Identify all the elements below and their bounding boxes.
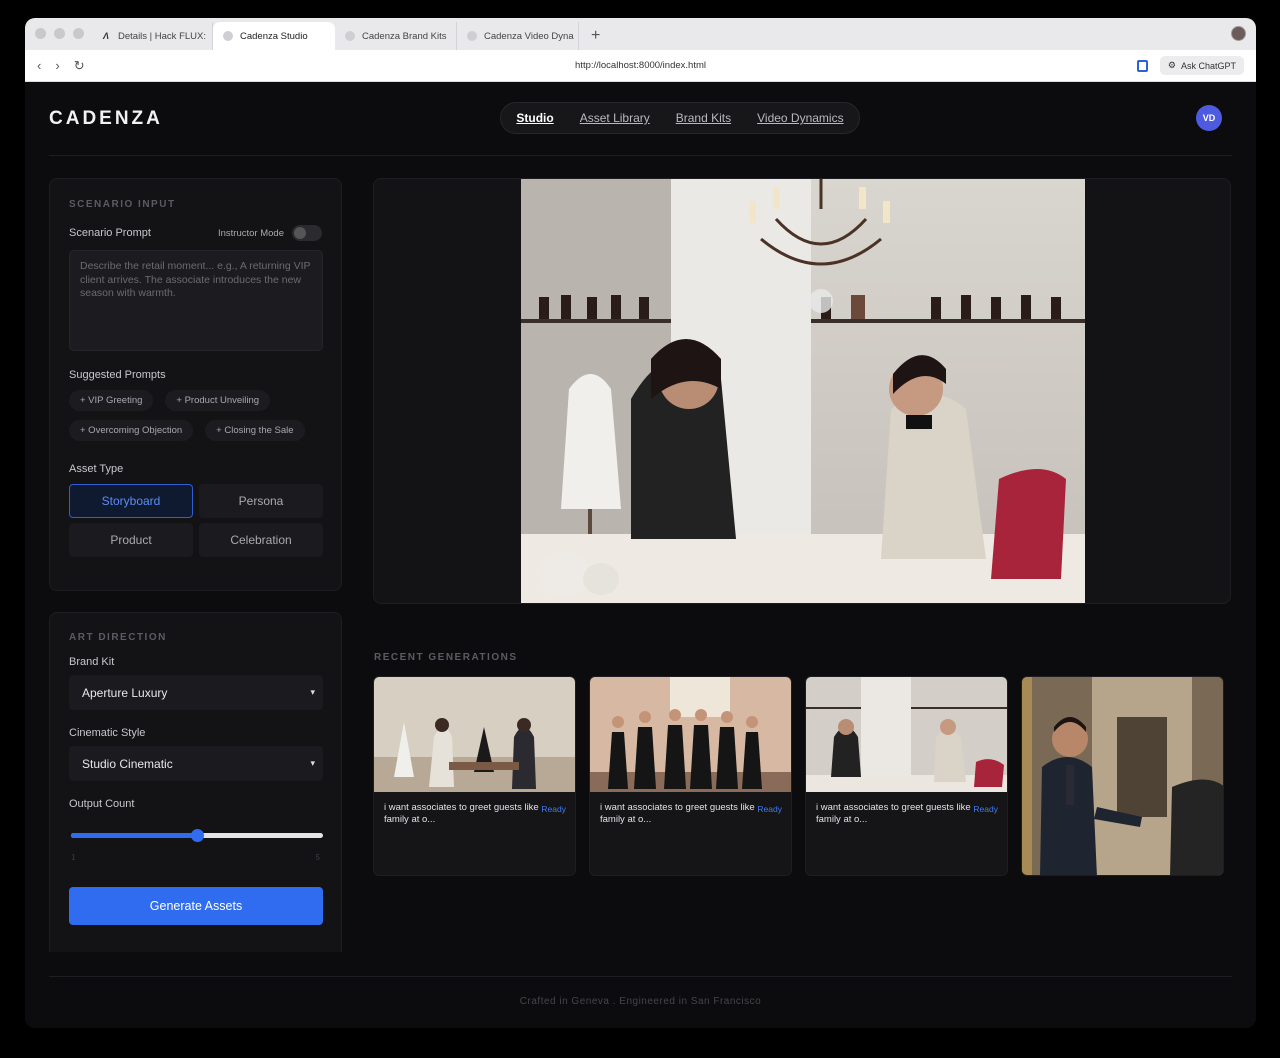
status-badge: Ready [541, 804, 566, 814]
prompt-chip-overcoming-objection[interactable]: + Overcoming Objection [69, 420, 194, 441]
tab-title: Cadenza Studio [240, 30, 308, 42]
panel-title: SCENARIO INPUT [69, 199, 176, 210]
close-window-icon[interactable] [35, 28, 46, 39]
asset-type-label: Asset Type [69, 463, 124, 475]
footer: Crafted in Geneva . Engineered in San Fr… [49, 976, 1232, 1007]
asset-type-celebration[interactable]: Celebration [199, 523, 323, 557]
browser-tab-brand-kits[interactable]: Cadenza Brand Kits [335, 22, 457, 50]
hack-flux-icon: Ʌ [102, 31, 109, 41]
tab-bar: Ʌ Details | Hack FLUX: Cadenza Studio Ca… [25, 18, 1256, 50]
scenario-prompt-input[interactable]: Describe the retail moment... e.g., A re… [69, 250, 323, 351]
status-badge: Ready [757, 804, 782, 814]
prompt-chip-closing-the-sale[interactable]: + Closing the Sale [205, 420, 305, 441]
recent-generations-title: RECENT GENERATIONS [374, 652, 518, 663]
generate-assets-button[interactable]: Generate Assets [69, 887, 323, 925]
output-count-slider[interactable] [69, 829, 323, 842]
browser-profile-avatar[interactable] [1231, 26, 1246, 41]
brand-kit-label: Brand Kit [69, 656, 115, 668]
generation-caption: i want associates to greet guests like f… [600, 802, 755, 825]
suggested-prompts: + VIP Greeting + Product Unveiling + Ove… [69, 390, 329, 441]
tab-title: Details | Hack FLUX: [118, 30, 206, 42]
cinematic-style-value: Studio Cinematic [82, 756, 173, 771]
asset-type-storyboard[interactable]: Storyboard [69, 484, 193, 518]
browser-tab-cadenza-studio[interactable]: Cadenza Studio [213, 22, 335, 50]
address-bar: ‹ › ↻ http://localhost:8000/index.html ⚙… [25, 50, 1256, 82]
generation-card[interactable]: i want associates to greet guests like f… [589, 676, 792, 876]
cinematic-style-label: Cinematic Style [69, 727, 146, 739]
password-manager-icon[interactable] [1136, 59, 1148, 72]
prompt-chip-product-unveiling[interactable]: + Product Unveiling [165, 390, 271, 411]
generation-caption: i want associates to greet guests like f… [816, 802, 971, 825]
generation-thumbnail [1022, 677, 1223, 875]
tab-title: Cadenza Video Dyna [484, 30, 574, 42]
chevron-down-icon: ▾ [310, 758, 315, 768]
nav-video-dynamics[interactable]: Video Dynamics [757, 111, 843, 125]
new-tab-button[interactable]: + [591, 22, 600, 50]
nav-brand-kits[interactable]: Brand Kits [676, 111, 731, 125]
scenario-input-panel: SCENARIO INPUT Scenario Prompt Instructo… [49, 178, 342, 591]
window-controls [35, 28, 84, 39]
scenario-prompt-label: Scenario Prompt [69, 227, 151, 239]
output-count-label: Output Count [69, 798, 135, 810]
instructor-mode-toggle[interactable] [292, 225, 322, 241]
globe-icon [467, 31, 477, 41]
cadenza-app: CADENZA Studio Asset Library Brand Kits … [25, 82, 1256, 1028]
generation-thumbnail [590, 677, 791, 792]
generation-thumbnail [374, 677, 575, 792]
ask-chatgpt-label: Ask ChatGPT [1180, 60, 1236, 71]
minimize-window-icon[interactable] [54, 28, 65, 39]
generation-caption: i want associates to greet guests like f… [384, 802, 539, 825]
generation-card[interactable] [1021, 676, 1224, 876]
chatgpt-icon: ⚙ [1167, 60, 1176, 70]
ask-chatgpt-button[interactable]: ⚙ Ask ChatGPT [1159, 56, 1244, 75]
chevron-down-icon: ▾ [310, 687, 315, 697]
instructor-mode-label: Instructor Mode [218, 227, 284, 239]
asset-type-product[interactable]: Product [69, 523, 193, 557]
tab-title: Cadenza Brand Kits [362, 30, 447, 42]
generated-boutique-image[interactable] [521, 179, 1085, 603]
browser-window: Ʌ Details | Hack FLUX: Cadenza Studio Ca… [25, 18, 1256, 1028]
nav-asset-library[interactable]: Asset Library [580, 111, 650, 125]
globe-icon [345, 31, 355, 41]
slider-fill [71, 833, 197, 838]
globe-icon [223, 31, 233, 41]
brand-kit-value: Aperture Luxury [82, 685, 168, 700]
generation-card[interactable]: i want associates to greet guests like f… [805, 676, 1008, 876]
brand-kit-select[interactable]: Aperture Luxury ▾ [69, 675, 323, 710]
nav-studio[interactable]: Studio [516, 111, 553, 125]
slider-max-label: 5 [315, 853, 320, 862]
url-field[interactable]: http://localhost:8000/index.html [25, 60, 1256, 71]
generation-card[interactable]: i want associates to greet guests like f… [373, 676, 576, 876]
suggested-prompts-label: Suggested Prompts [69, 369, 166, 381]
asset-type-selector: Storyboard Persona Product Celebration [69, 484, 323, 557]
cinematic-style-select[interactable]: Studio Cinematic ▾ [69, 746, 323, 781]
app-header: CADENZA Studio Asset Library Brand Kits … [49, 82, 1232, 156]
main-nav: Studio Asset Library Brand Kits Video Dy… [500, 102, 860, 134]
recent-generations-list: i want associates to greet guests like f… [373, 676, 1224, 876]
status-badge: Ready [973, 804, 998, 814]
back-icon[interactable]: ‹ [37, 58, 41, 74]
prompt-chip-vip-greeting[interactable]: + VIP Greeting [69, 390, 154, 411]
slider-min-label: 1 [71, 853, 76, 862]
preview-panel [373, 178, 1231, 604]
panel-title: ART DIRECTION [69, 632, 167, 643]
art-direction-panel: ART DIRECTION Brand Kit Aperture Luxury … [49, 612, 342, 952]
asset-type-persona[interactable]: Persona [199, 484, 323, 518]
generation-thumbnail [806, 677, 1007, 792]
avatar[interactable]: VD [1196, 105, 1222, 131]
forward-icon[interactable]: › [55, 58, 59, 74]
browser-tab-video-dynamics[interactable]: Cadenza Video Dyna [457, 22, 579, 50]
logo[interactable]: CADENZA [49, 108, 163, 130]
slider-thumb[interactable] [191, 829, 204, 842]
maximize-window-icon[interactable] [73, 28, 84, 39]
browser-tab-hack-flux[interactable]: Ʌ Details | Hack FLUX: [91, 22, 213, 50]
reload-icon[interactable]: ↻ [74, 58, 85, 74]
